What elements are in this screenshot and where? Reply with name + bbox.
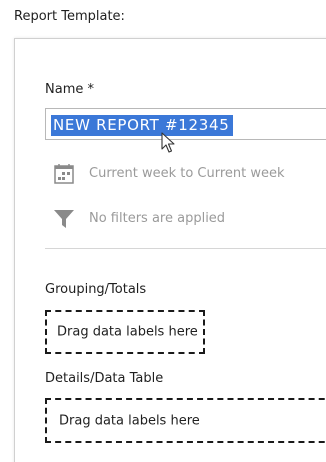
report-template-page: Report Template: Name * NEW REPORT #1234… [0,0,326,462]
details-data-table-label: Details/Data Table [45,371,164,386]
mouse-pointer-icon [161,132,175,153]
filter-icon [54,210,74,228]
grouping-drop-zone-text: Drag data labels here [57,324,198,340]
page-title: Report Template: [14,9,125,24]
grouping-totals-label: Grouping/Totals [45,282,147,297]
calendar-icon [54,164,74,184]
name-field-label: Name * [45,82,94,97]
filters-status-text: No filters are applied [89,211,226,226]
date-range-row[interactable]: Current week to Current week [53,163,323,185]
details-drop-zone[interactable]: Drag data labels here [45,398,326,443]
grouping-drop-zone[interactable]: Drag data labels here [45,310,205,354]
section-divider [45,248,326,249]
details-drop-zone-text: Drag data labels here [59,413,200,428]
name-input-selected-text[interactable]: NEW REPORT #12345 [51,115,233,136]
filters-row[interactable]: No filters are applied [53,208,323,230]
date-range-text: Current week to Current week [89,166,285,181]
name-input[interactable]: NEW REPORT #12345 [45,108,326,140]
